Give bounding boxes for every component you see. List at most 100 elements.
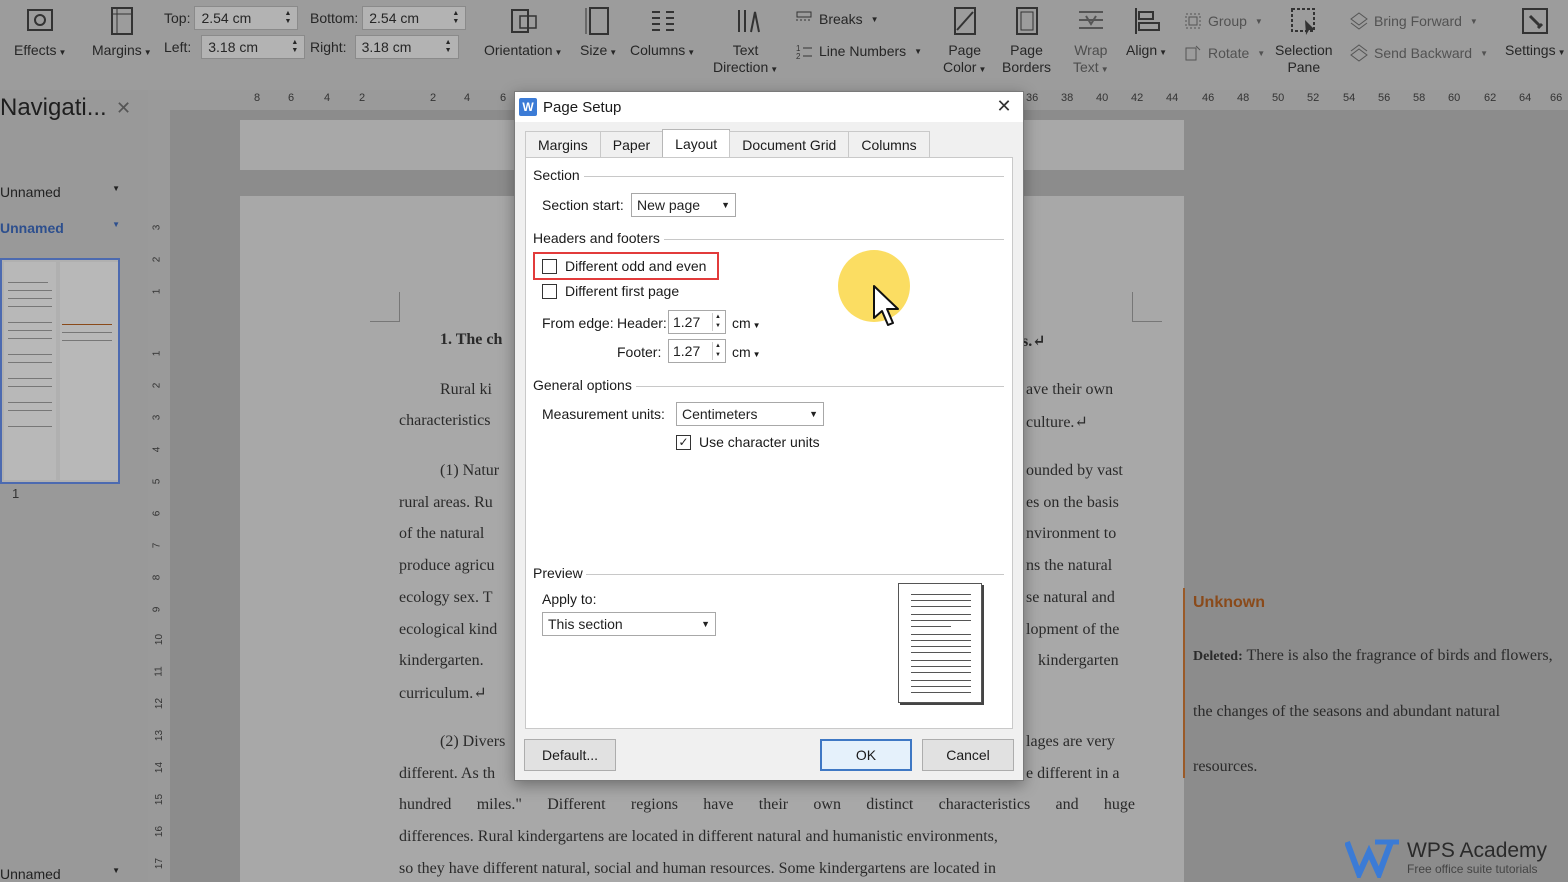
ruler-tick: 9: [151, 606, 163, 613]
footer-distance-input[interactable]: 1.27 ▲ ▼: [668, 339, 726, 363]
bottom-margin-field: Bottom: 2.54 cm ▲ ▼: [310, 6, 467, 30]
text-direction-icon: [737, 10, 760, 33]
page-borders-button[interactable]: Page Borders: [1002, 6, 1051, 76]
ruler-tick: 15: [154, 793, 166, 806]
section-heading-end: s.↵: [1022, 333, 1046, 350]
tab-margins[interactable]: Margins: [525, 131, 601, 157]
tab-columns[interactable]: Columns: [848, 131, 930, 157]
apply-to-select[interactable]: This section ▼: [542, 612, 716, 636]
page-color-button[interactable]: Page Color ▼: [943, 6, 986, 78]
dropdown-arrow-icon: ▼: [721, 200, 730, 210]
body-text: nvironment to: [1026, 525, 1117, 542]
bring-forward-button[interactable]: Bring Forward ▼: [1350, 12, 1478, 30]
margins-button[interactable]: Margins ▼: [92, 6, 152, 61]
settings-button[interactable]: Settings ▼: [1505, 6, 1566, 61]
use-character-units-checkbox[interactable]: ✓ Use character units: [676, 434, 820, 450]
breaks-icon: [796, 11, 812, 21]
spin-arrows-icon[interactable]: ▲ ▼: [712, 313, 721, 331]
wrap-text-button[interactable]: Wrap Text ▼: [1073, 6, 1109, 78]
body-text: curriculum.↵: [399, 685, 487, 702]
footer-unit[interactable]: cm ▼: [732, 344, 761, 360]
selection-pane-button[interactable]: Selection Pane: [1275, 6, 1333, 76]
chevron-down-icon: ▼: [112, 184, 120, 193]
dropdown-arrow-icon: ▼: [809, 409, 818, 419]
ruler-tick: 66: [1550, 92, 1563, 104]
spin-arrows-icon[interactable]: ▲ ▼: [291, 39, 298, 55]
line-numbers-icon: 12: [796, 44, 812, 60]
spin-arrows-icon[interactable]: ▲ ▼: [452, 10, 459, 26]
body-text: Rural ki: [440, 381, 492, 398]
group-divider: [584, 176, 1004, 177]
section-start-label: Section start:: [542, 197, 624, 213]
body-text: ecology sex. T: [399, 589, 493, 606]
close-icon[interactable]: ✕: [116, 98, 131, 119]
ruler-tick: 50: [1272, 92, 1285, 104]
body-text: ns the natural: [1026, 557, 1113, 574]
dropdown-arrow-icon: ▼: [701, 619, 710, 629]
breaks-button[interactable]: Breaks ▼: [795, 10, 879, 28]
ruler-tick: 8: [151, 574, 163, 581]
nav-item[interactable]: Unnamed ▼: [0, 866, 120, 882]
tab-paper[interactable]: Paper: [599, 131, 664, 157]
different-odd-even-checkbox[interactable]: Different odd and even: [542, 258, 706, 274]
size-icon: [585, 7, 609, 35]
spin-arrows-icon[interactable]: ▲ ▼: [445, 39, 452, 55]
ok-button[interactable]: OK: [820, 739, 912, 771]
tab-document-grid[interactable]: Document Grid: [729, 131, 850, 157]
ruler-tick: 36: [1026, 92, 1039, 104]
align-button[interactable]: Align ▼: [1126, 6, 1167, 61]
dialog-titlebar[interactable]: W Page Setup ✕: [515, 92, 1023, 122]
body-text: (1) Natur: [440, 462, 500, 479]
checkbox-checked-icon[interactable]: ✓: [676, 434, 691, 450]
ruler-tick: 3: [151, 414, 163, 421]
nav-item[interactable]: Unnamed ▼: [0, 184, 120, 200]
send-backward-button[interactable]: Send Backward ▼: [1350, 44, 1488, 62]
body-text: lages are very: [1026, 733, 1115, 750]
text-direction-button[interactable]: Text Direction ▼: [713, 6, 778, 78]
rotate-button[interactable]: Rotate ▼: [1184, 44, 1265, 62]
line-numbers-button[interactable]: 12 Line Numbers ▼: [795, 42, 922, 60]
ruler-tick: 14: [154, 761, 166, 774]
revision-comment[interactable]: Unknown Deleted: There is also the fragr…: [1183, 588, 1568, 778]
vertical-ruler[interactable]: 3 2 1 1 2 3 4 5 6 7 8 9 10 11 12 13 14 1…: [148, 110, 170, 882]
page-corner-mark: [1132, 292, 1162, 322]
ruler-tick: 52: [1307, 92, 1320, 104]
measurement-units-label: Measurement units:: [542, 406, 665, 422]
chevron-down-icon: ▼: [112, 220, 120, 229]
bottom-margin-input[interactable]: 2.54 cm ▲ ▼: [362, 6, 467, 30]
section-start-select[interactable]: New page ▼: [631, 193, 736, 217]
effects-button[interactable]: Effects ▼: [14, 6, 66, 61]
rotate-icon: [1185, 45, 1201, 61]
top-margin-input[interactable]: 2.54 cm ▲ ▼: [194, 6, 299, 30]
size-button[interactable]: Size ▼: [580, 6, 617, 61]
group-button[interactable]: Group ▼: [1184, 12, 1263, 30]
page-thumbnail[interactable]: [0, 258, 120, 484]
spin-arrows-icon[interactable]: ▲ ▼: [712, 342, 721, 360]
header-unit[interactable]: cm ▼: [732, 315, 761, 331]
columns-button[interactable]: Columns ▼: [630, 6, 695, 61]
different-first-page-checkbox[interactable]: Different first page: [542, 283, 679, 299]
right-margin-input[interactable]: 3.18 cm ▲ ▼: [354, 35, 459, 59]
measurement-units-select[interactable]: Centimeters ▼: [676, 402, 824, 426]
ruler-tick: 1: [151, 350, 163, 357]
bring-forward-icon: [1350, 12, 1368, 30]
close-icon[interactable]: ✕: [993, 96, 1015, 117]
ruler-tick: 11: [153, 666, 165, 677]
tab-layout[interactable]: Layout: [662, 129, 731, 157]
orientation-button[interactable]: Orientation ▼: [484, 6, 562, 61]
checkbox-icon[interactable]: [542, 283, 557, 299]
ruler-tick: 6: [288, 92, 295, 104]
watermark-tagline: Free office suite tutorials: [1407, 862, 1538, 876]
body-text: characteristics: [399, 412, 491, 429]
cancel-button[interactable]: Cancel: [922, 739, 1014, 771]
left-margin-input[interactable]: 3.18 cm ▲ ▼: [201, 35, 306, 59]
default-button[interactable]: Default...: [524, 739, 616, 771]
ruler-tick: 6: [500, 92, 507, 104]
ruler-tick: 64: [1519, 92, 1532, 104]
checkbox-icon[interactable]: [542, 258, 557, 274]
layout-tab-panel: Section Section start: New page ▼ Header…: [525, 157, 1013, 729]
spin-arrows-icon[interactable]: ▲ ▼: [285, 10, 292, 26]
header-distance-input[interactable]: 1.27 ▲ ▼: [668, 310, 726, 334]
nav-item-active[interactable]: Unnamed ▼: [0, 220, 120, 236]
ruler-tick: 3: [151, 224, 163, 231]
